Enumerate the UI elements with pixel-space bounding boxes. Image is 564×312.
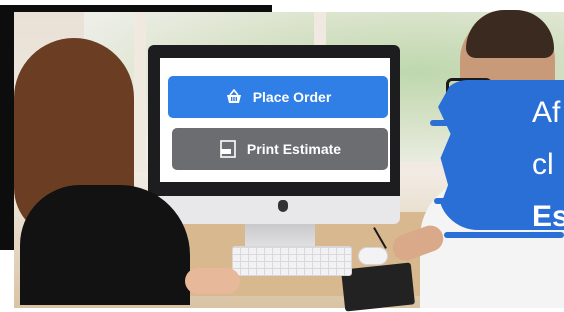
place-order-label: Place Order <box>252 89 332 105</box>
notebook <box>340 262 416 312</box>
promo-line-3: Es <box>532 200 564 233</box>
promo-line-2: cl <box>532 148 554 181</box>
basket-icon <box>225 89 243 105</box>
hero-banner: Place Order Print Estimate Af cl Es <box>0 0 564 312</box>
brush-streak <box>434 198 464 204</box>
place-order-button[interactable]: Place Order <box>168 76 388 118</box>
promo-panel: Af cl Es <box>430 80 564 240</box>
keyboard <box>232 246 352 276</box>
woman-shirt <box>20 185 190 305</box>
brush-streak <box>430 120 470 126</box>
decorative-frame-left <box>0 5 14 250</box>
imac-chin <box>148 196 400 224</box>
print-estimate-label: Print Estimate <box>246 141 342 157</box>
woman-hand <box>185 268 240 294</box>
window-frame <box>134 12 146 172</box>
pdf-document-icon <box>219 140 237 158</box>
promo-line-1: Af <box>532 96 561 129</box>
print-estimate-button[interactable]: Print Estimate <box>172 128 388 170</box>
mouse <box>358 247 388 265</box>
apple-logo-icon <box>278 200 288 212</box>
monitor-screen: Place Order Print Estimate <box>160 58 390 182</box>
